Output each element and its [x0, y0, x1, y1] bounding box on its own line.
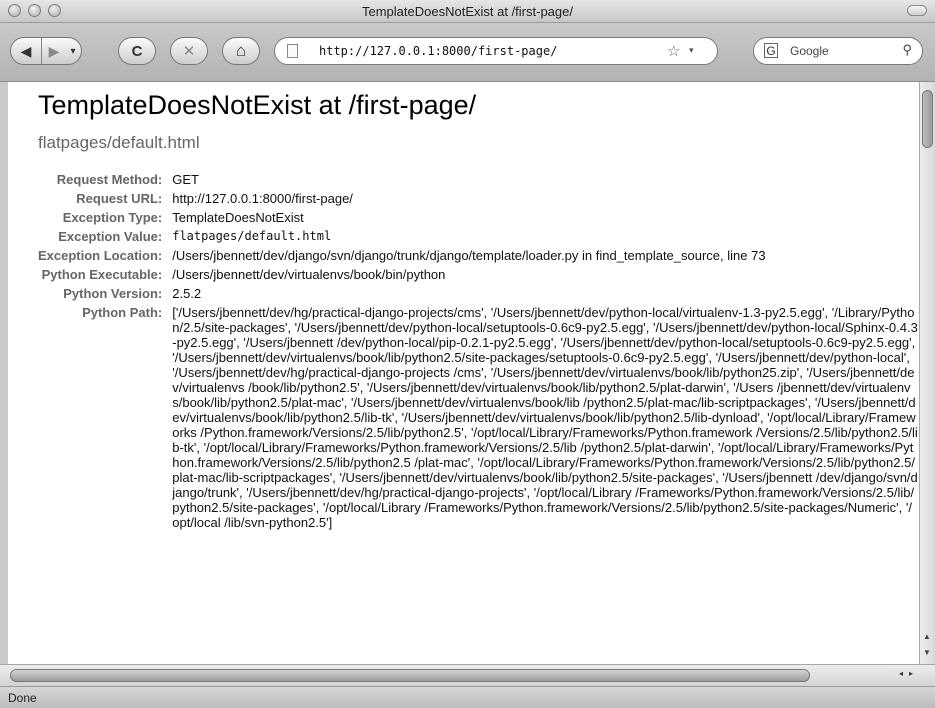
vertical-scroll-thumb[interactable] [922, 90, 933, 148]
scroll-up-icon[interactable]: ▲ [923, 632, 931, 641]
horizontal-scroll-arrows: ◂▸ [899, 669, 919, 678]
error-subtitle: flatpages/default.html [38, 133, 200, 152]
info-value: /Users/jbennett/dev/virtualenvs/book/bin… [172, 267, 446, 282]
navigation-toolbar: ◀ ▶ ▾ C ✕ ⌂ http://127.0.0.1:8000/first-… [0, 23, 935, 82]
status-bar: Done [0, 686, 935, 708]
forward-arrow-icon: ▶ [48, 42, 60, 59]
forward-button[interactable]: ▶ [42, 38, 66, 64]
reload-icon: C [131, 42, 143, 60]
title-bar: TemplateDoesNotExist at /first-page/ [0, 0, 935, 23]
info-label: Exception Value: [58, 229, 163, 244]
info-row: Exception Location: /Users/jbennett/dev/… [38, 246, 918, 265]
horizontal-scroll-thumb[interactable] [10, 669, 810, 682]
info-value: flatpages/default.html [172, 229, 332, 243]
horizontal-scrollbar[interactable]: ◂▸ [0, 664, 935, 686]
url-text[interactable]: http://127.0.0.1:8000/first-page/ [319, 44, 557, 58]
info-label: Python Path: [82, 305, 163, 320]
home-icon: ⌂ [235, 41, 247, 60]
stop-icon: ✕ [182, 43, 196, 60]
search-icon[interactable]: ⚲ [902, 42, 912, 58]
info-label: Request Method: [56, 172, 163, 187]
search-box[interactable]: G Google ⚲ [753, 37, 923, 65]
home-button[interactable]: ⌂ [222, 37, 260, 65]
info-row: Exception Value: flatpages/default.html [38, 227, 918, 246]
info-row: Python Path: ['/Users/jbennett/dev/hg/pr… [38, 303, 918, 532]
info-label: Exception Location: [38, 248, 163, 263]
search-engine-icon[interactable]: G [764, 43, 778, 58]
info-label: Python Executable: [41, 267, 163, 282]
info-value: TemplateDoesNotExist [172, 210, 304, 225]
browser-window: TemplateDoesNotExist at /first-page/ ◀ ▶… [0, 0, 935, 708]
info-row: Python Executable: /Users/jbennett/dev/v… [38, 265, 918, 284]
back-button[interactable]: ◀ [11, 38, 42, 64]
status-text: Done [8, 691, 37, 705]
scroll-down-icon[interactable]: ▼ [923, 648, 931, 657]
info-row: Request Method: GET [38, 170, 918, 189]
back-forward-group: ◀ ▶ ▾ [10, 37, 82, 65]
chevron-down-icon: ▾ [70, 45, 76, 57]
info-label: Exception Type: [62, 210, 163, 225]
scroll-left-icon[interactable]: ◂ [899, 669, 909, 678]
info-label: Python Version: [63, 286, 163, 301]
info-row: Exception Type: TemplateDoesNotExist [38, 208, 918, 227]
toolbar-toggle-button[interactable] [907, 5, 927, 16]
request-info-table: Request Method: GET Request URL: http://… [38, 170, 918, 532]
search-input[interactable]: Google [790, 44, 829, 58]
reload-button[interactable]: C [118, 37, 156, 65]
url-history-dropdown-icon[interactable]: ▾ [689, 45, 694, 56]
info-value: 2.5.2 [172, 286, 202, 301]
error-title: TemplateDoesNotExist at /first-page/ [38, 90, 477, 120]
info-row: Python Version: 2.5.2 [38, 284, 918, 303]
stop-button[interactable]: ✕ [170, 37, 208, 65]
info-value: ['/Users/jbennett/dev/hg/practical-djang… [172, 305, 918, 530]
info-value: /Users/jbennett/dev/django/svn/django/tr… [172, 248, 766, 263]
info-row: Request URL: http://127.0.0.1:8000/first… [38, 189, 918, 208]
info-value: GET [172, 172, 199, 187]
page-icon [287, 44, 298, 58]
scroll-right-icon[interactable]: ▸ [909, 669, 919, 678]
forward-history-button[interactable]: ▾ [66, 38, 80, 64]
info-value: http://127.0.0.1:8000/first-page/ [172, 191, 353, 206]
address-bar[interactable]: http://127.0.0.1:8000/first-page/ ☆ ▾ [274, 37, 718, 65]
window-title: TemplateDoesNotExist at /first-page/ [362, 4, 573, 19]
back-arrow-icon: ◀ [20, 42, 32, 59]
bookmark-star-icon[interactable]: ☆ [667, 42, 680, 60]
vertical-scrollbar[interactable]: ▲ ▼ [919, 82, 935, 664]
info-label: Request URL: [76, 191, 163, 206]
page-content: TemplateDoesNotExist at /first-page/ fla… [8, 82, 919, 664]
